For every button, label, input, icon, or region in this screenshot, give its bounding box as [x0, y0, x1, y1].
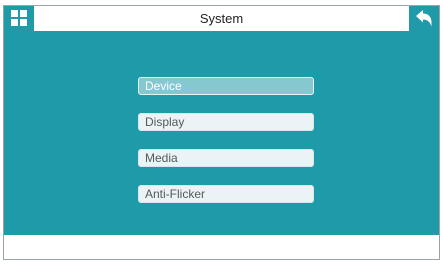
menu-item-display[interactable]: Display	[138, 113, 314, 131]
device-screen: System Device Display Media Anti-Flicker	[3, 5, 440, 260]
home-button[interactable]	[4, 6, 34, 31]
menu-item-media[interactable]: Media	[138, 149, 314, 167]
menu-item-device[interactable]: Device	[138, 77, 314, 95]
settings-panel: Device Display Media Anti-Flicker	[4, 31, 439, 235]
title-bar: System	[4, 6, 439, 31]
page-title: System	[199, 11, 244, 26]
menu-item-anti-flicker[interactable]: Anti-Flicker	[138, 185, 314, 203]
back-arrow-icon	[416, 10, 432, 27]
back-button[interactable]	[409, 6, 439, 31]
footer-bar	[4, 235, 439, 259]
home-grid-icon	[11, 10, 28, 27]
